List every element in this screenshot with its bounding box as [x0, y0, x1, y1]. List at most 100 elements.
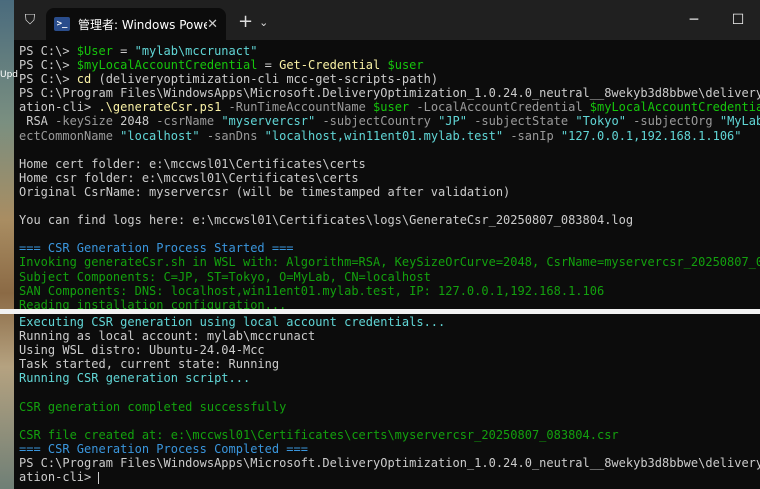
terminal-text: -subjectState: [466, 114, 576, 129]
terminal-text: -subjectOrg: [625, 114, 720, 129]
terminal-line: RSA -keySize 2048 -csrName "myservercsr"…: [19, 114, 760, 128]
terminal-text: PS C:\>: [19, 58, 77, 73]
terminal-output-bottom[interactable]: Executing CSR generation using local acc…: [19, 315, 760, 484]
terminal-text: -sanIp: [503, 128, 561, 143]
text-cursor: [98, 471, 100, 484]
terminal-text: ation-cli>: [19, 470, 99, 485]
terminal-text: "127.0.0.1,192.168.1.106": [560, 128, 742, 143]
terminal-line: Subject Components: C=JP, ST=Tokyo, O=My…: [19, 270, 760, 284]
terminal-line: Using WSL distro: Ubuntu-24.04-Mcc: [19, 343, 760, 357]
terminal-text: SAN Components: DNS: localhost,win11ent0…: [19, 283, 605, 298]
terminal-text: -csrName: [149, 114, 222, 129]
terminal-text: === CSR Generation Process Started ===: [19, 241, 294, 256]
terminal-line: Home cert folder: e:\mccwsl01\Certificat…: [19, 157, 760, 171]
terminal-text: "localhost": [120, 128, 200, 143]
terminal-text: =: [257, 58, 280, 73]
terminal-line: CSR generation completed successfully: [19, 400, 760, 414]
terminal-text: "MyLab": [719, 114, 760, 129]
terminal-line: Running CSR generation script...: [19, 371, 760, 385]
terminal-line: SAN Components: DNS: localhost,win11ent0…: [19, 284, 760, 298]
terminal-line: Invoking generateCsr.sh in WSL with: Alg…: [19, 255, 760, 269]
chevron-down-icon[interactable]: ⌄: [259, 16, 268, 29]
terminal-text: "Tokyo": [575, 114, 626, 129]
terminal-text: Subject Components: C=JP, ST=Tokyo, O=My…: [19, 269, 431, 284]
terminal-text: Invoking generateCsr.sh in WSL with: Alg…: [19, 255, 760, 270]
terminal-text: $myLocalAccountCredential: [589, 100, 760, 115]
maximize-button[interactable]: ☐: [716, 0, 760, 40]
terminal-line: Task started, current state: Running: [19, 357, 760, 371]
terminal-line: Original CsrName: myservercsr (will be t…: [19, 185, 760, 199]
minimize-button[interactable]: ─: [672, 0, 716, 40]
terminal-text: Using WSL distro: Ubuntu-24.04-Mcc: [19, 343, 265, 358]
terminal-text: ectCommonName: [19, 128, 121, 143]
terminal-line: ation-cli> .\generateCsr.ps1 -RunTimeAcc…: [19, 100, 760, 114]
terminal-line: === CSR Generation Process Started ===: [19, 241, 760, 255]
terminal-text: Running as local account: mylab\mccrunac…: [19, 329, 316, 344]
terminal-text: (deliveryoptimization-cli mcc-get-script…: [98, 72, 439, 87]
terminal-line: ation-cli>: [19, 470, 760, 484]
tab-title: 管理者: Windows PowerShell: [78, 17, 208, 32]
overlay-divider: [0, 309, 760, 314]
terminal-text: "JP": [438, 114, 467, 129]
terminal-text: RSA: [19, 114, 56, 129]
terminal-line: PS C:\> $User = "mylab\mccrunact": [19, 44, 760, 58]
powershell-icon: >_: [54, 17, 70, 31]
terminal-text: Task started, current state: Running: [19, 357, 280, 372]
terminal-text: Executing CSR generation using local acc…: [19, 315, 446, 329]
terminal-line: Home csr folder: e:\mccwsl01\Certificate…: [19, 171, 760, 185]
terminal-text: "localhost,win11ent01.mylab.test": [264, 128, 504, 143]
terminal-text: $User: [76, 44, 113, 58]
terminal-text: CSR generation completed successfully: [19, 399, 287, 414]
terminal-line: PS C:\Program Files\WindowsApps\Microsof…: [19, 456, 760, 470]
terminal-text: Home csr folder: e:\mccwsl01\Certificate…: [19, 170, 359, 185]
admin-shield-icon: ⛉: [24, 12, 36, 28]
terminal-text: 2048: [120, 114, 150, 129]
terminal-text: Home cert folder: e:\mccwsl01\Certificat…: [19, 156, 366, 171]
terminal-line: Running as local account: mylab\mccrunac…: [19, 329, 760, 343]
terminal-text: You can find logs here: e:\mccwsl01\Cert…: [19, 213, 634, 228]
desktop-icon-label[interactable]: Upd: [0, 70, 18, 80]
terminal-line: You can find logs here: e:\mccwsl01\Cert…: [19, 213, 760, 227]
terminal-line: PS C:\Program Files\WindowsApps\Microsof…: [19, 86, 760, 100]
terminal-text: PS C:\>: [19, 44, 77, 58]
terminal-text: "mylab\mccrunact": [134, 44, 258, 58]
terminal-text: $myLocalAccountCredential: [76, 58, 258, 73]
terminal-text: -subjectCountry: [315, 114, 439, 129]
terminal-text: PS C:\Program Files\WindowsApps\Microsof…: [19, 455, 760, 470]
terminal-output-top[interactable]: PS C:\> $User = "mylab\mccrunact" PS C:\>…: [19, 44, 760, 312]
terminal-text: =: [112, 44, 135, 58]
terminal-line: ectCommonName "localhost" -sanDns "local…: [19, 129, 760, 143]
terminal-text: Get-Credential: [279, 58, 381, 73]
title-bar[interactable]: ⛉ >_ 管理者: Windows PowerShell ✕ + ⌄ ─ ☐: [14, 0, 760, 40]
terminal-text: .\generateCsr.ps1: [98, 100, 222, 115]
terminal-text: -sanDns: [199, 128, 265, 143]
terminal-text: === CSR Generation Process Completed ===: [19, 441, 308, 456]
terminal-text: $user: [373, 100, 410, 115]
terminal-text: -keySize: [55, 114, 121, 129]
terminal-line: PS C:\> cd (deliveryoptimization-cli mcc…: [19, 72, 760, 86]
terminal-text: Original CsrName: myservercsr (will be t…: [19, 184, 511, 199]
terminal-text: -RunTimeAccountName: [221, 100, 374, 115]
terminal-text: "myservercsr": [221, 114, 316, 129]
terminal-line: Executing CSR generation using local acc…: [19, 315, 760, 329]
window-controls: ─ ☐: [672, 0, 760, 40]
terminal-text: $user: [387, 58, 424, 73]
terminal-text: PS C:\Program Files\WindowsApps\Microsof…: [19, 86, 760, 101]
terminal-text: -LocalAccountCredential: [409, 100, 590, 115]
terminal-text: Running CSR generation script...: [19, 371, 251, 386]
tab-powershell[interactable]: >_ 管理者: Windows PowerShell ✕: [46, 8, 226, 40]
terminal-text: CSR file created at: e:\mccwsl01\Certifi…: [19, 427, 619, 442]
terminal-line: CSR file created at: e:\mccwsl01\Certifi…: [19, 428, 760, 442]
terminal-line: PS C:\> $myLocalAccountCredential = Get-…: [19, 58, 760, 72]
terminal-text: PS C:\>: [19, 72, 77, 87]
new-tab-button[interactable]: +: [238, 11, 253, 32]
terminal-line: === CSR Generation Process Completed ===: [19, 442, 760, 456]
desktop-background: Upd: [0, 0, 18, 489]
close-tab-icon[interactable]: ✕: [207, 17, 218, 32]
terminal-text: ation-cli>: [19, 100, 99, 115]
